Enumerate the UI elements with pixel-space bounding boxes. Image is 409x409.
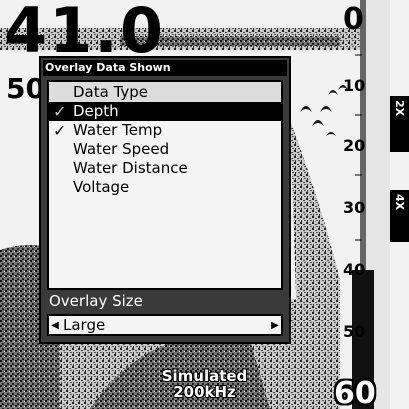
overlay-size-value: Large — [63, 316, 106, 334]
zoom-2x-tab[interactable]: 2X — [390, 96, 409, 152]
scale-label-20: 20 — [343, 136, 366, 155]
scale-label-top: 0 — [343, 2, 364, 37]
status-frequency: 200kHz — [173, 383, 236, 401]
scale-label-40: 40 — [343, 260, 366, 279]
zoom-2x-label: 2X — [393, 100, 406, 117]
list-item-water-distance[interactable]: Water Distance — [49, 159, 281, 178]
overlay-size-label: Overlay Size — [49, 292, 143, 310]
check-icon: ✓ — [53, 121, 67, 140]
right-arrow-icon[interactable]: ▶ — [270, 319, 280, 333]
dialog-title: Overlay Data Shown — [43, 60, 287, 76]
list-item-water-temp[interactable]: ✓ Water Temp — [49, 121, 281, 140]
list-header: Data Type — [49, 82, 281, 102]
list-item-label: Water Speed — [73, 140, 170, 158]
fish-arches — [300, 85, 348, 136]
list-item-depth[interactable]: ✓ Depth — [49, 102, 281, 121]
overlay-size-select[interactable]: ◀ Large ▶ — [47, 314, 283, 336]
list-item-voltage[interactable]: Voltage — [49, 178, 281, 197]
list-item-label: Depth — [73, 102, 119, 120]
list-item-label: Water Temp — [73, 121, 163, 139]
zoom-4x-tab[interactable]: 4X — [390, 190, 409, 242]
list-item-label: Water Distance — [73, 159, 188, 177]
zoom-4x-label: 4X — [393, 194, 406, 211]
data-type-list: Data Type ✓ Depth ✓ Water Temp Water Spe… — [47, 80, 283, 290]
status-simulated: Simulated — [161, 367, 248, 385]
sonar-screen: 41.0 50 0 10 20 30 40 50 60 2X 4X Simula… — [0, 0, 409, 409]
left-arrow-icon[interactable]: ◀ — [50, 319, 60, 333]
check-icon: ✓ — [53, 102, 67, 121]
scale-label-10: 10 — [343, 76, 366, 95]
overlay-data-dialog: Overlay Data Shown Data Type ✓ Depth ✓ W… — [39, 56, 291, 344]
list-item-label: Voltage — [73, 178, 130, 196]
status-label: Simulated 200kHz — [0, 368, 409, 400]
list-item-water-speed[interactable]: Water Speed — [49, 140, 281, 159]
scale-label-30: 30 — [343, 198, 366, 217]
scale-label-50: 50 — [343, 322, 366, 341]
